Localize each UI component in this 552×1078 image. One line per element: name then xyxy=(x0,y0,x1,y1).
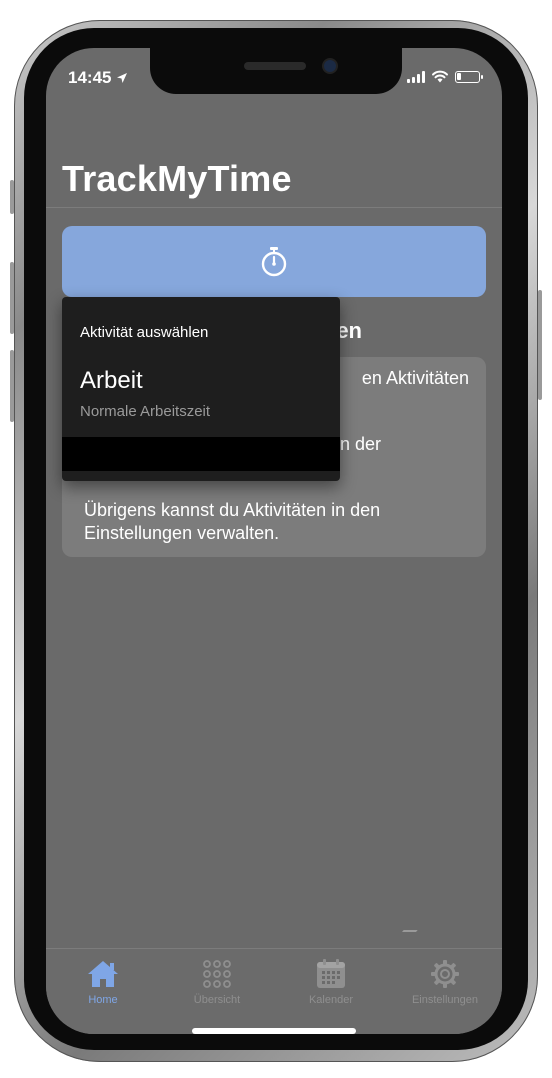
volume-up-button xyxy=(10,262,14,334)
status-time-text: 14:45 xyxy=(68,68,112,87)
calendar-icon xyxy=(314,957,348,991)
card-text-line: n der xyxy=(340,434,382,454)
stopwatch-icon xyxy=(261,246,287,276)
tab-bar: Home Übersicht Kalender Einstellungen xyxy=(46,948,502,1034)
tab-einstellungen[interactable]: Einstellungen xyxy=(388,949,502,1034)
grid-dots-icon xyxy=(200,957,234,991)
page-title: TrackMyTime xyxy=(62,158,292,199)
screen: 14:45 TrackMyTime en en Aktivitäten n de… xyxy=(46,48,502,1034)
earpiece-speaker xyxy=(244,62,306,70)
activity-picker-popup: Aktivität auswählen Arbeit Normale Arbei… xyxy=(62,297,340,481)
notch xyxy=(150,48,402,94)
tab-kalender[interactable]: Kalender xyxy=(274,949,388,1034)
scroll-indicator xyxy=(400,930,418,934)
activity-option-subtitle: Normale Arbeitszeit xyxy=(80,403,211,420)
home-icon xyxy=(86,957,120,991)
tab-uebersicht[interactable]: Übersicht xyxy=(160,949,274,1034)
card-text-paragraph: Übrigens kannst du Aktivitäten in den Ei… xyxy=(84,500,381,543)
status-time: 14:45 xyxy=(68,68,128,88)
mute-switch xyxy=(10,180,14,214)
tab-label: Kalender xyxy=(308,994,354,1006)
tab-label: Übersicht xyxy=(193,994,241,1006)
activity-option-title: Arbeit xyxy=(80,367,143,394)
signal-bars-icon xyxy=(407,70,425,83)
header-divider xyxy=(46,207,502,208)
popup-footer xyxy=(62,437,340,471)
volume-down-button xyxy=(10,350,14,422)
tab-label: Einstellungen xyxy=(411,994,479,1006)
tab-home[interactable]: Home xyxy=(46,949,160,1034)
wifi-icon xyxy=(432,70,448,83)
location-arrow-icon xyxy=(117,73,128,83)
front-camera xyxy=(324,60,336,72)
battery-icon xyxy=(455,70,483,83)
gear-icon xyxy=(428,957,462,991)
popup-title: Aktivität auswählen xyxy=(80,324,209,341)
tab-label: Home xyxy=(88,994,118,1006)
start-timer-button[interactable] xyxy=(62,226,486,297)
power-button xyxy=(538,290,542,400)
activity-option-arbeit[interactable]: Arbeit Normale Arbeitszeit xyxy=(62,355,340,435)
home-indicator[interactable] xyxy=(192,1028,356,1034)
status-icons xyxy=(407,70,483,83)
